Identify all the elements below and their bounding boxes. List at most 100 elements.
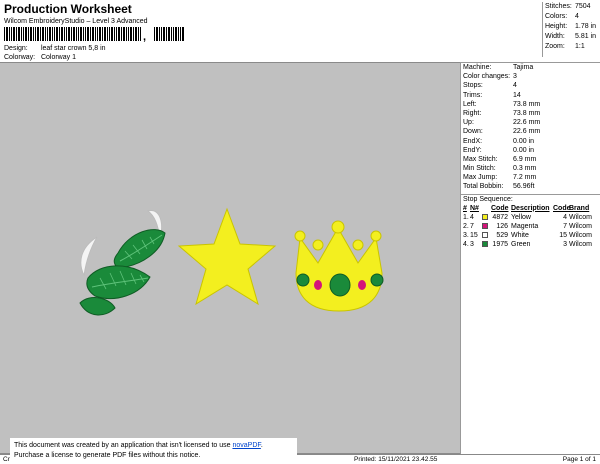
info-value: 56.96ft: [513, 183, 535, 191]
color-swatch: [482, 240, 491, 249]
info-row: Stops: 4: [461, 81, 600, 90]
col-brand: Brand: [569, 204, 590, 212]
leaf-bottom-left: [79, 297, 116, 316]
stop-description: Yellow: [511, 213, 531, 221]
machine-info-panel: Machine: Tajima Color changes: 3 Stops: 4 T…: [460, 62, 600, 454]
stop-num: 2.: [463, 222, 469, 230]
stop-row: 4. 3 1975 Green 3 Wilcom: [461, 240, 600, 249]
info-row: Right: 73.8 mm: [461, 109, 600, 118]
notice-text: This document was created by an applicat…: [14, 442, 233, 449]
col-code2: Code: [553, 204, 571, 212]
stat-value: 5.81 in: [575, 33, 597, 40]
stop-code2: 7: [563, 222, 567, 230]
barcode: [4, 27, 184, 41]
info-row: Color changes: 3: [461, 72, 600, 81]
stat-label: Height:: [545, 23, 568, 30]
gem-green-center: [329, 273, 351, 297]
thread-color-swatch: [482, 214, 488, 221]
info-row: Trims: 14: [461, 91, 600, 100]
stop-sequence-header: # N# Code Description Code Brand: [461, 204, 600, 213]
col-num: #: [463, 204, 467, 212]
info-row: Up: 22.6 mm: [461, 118, 600, 127]
info-value: 73.8 mm: [513, 100, 541, 108]
info-label: Up:: [463, 119, 474, 127]
color-swatch: [482, 213, 491, 222]
info-label: Machine:: [463, 64, 492, 71]
design-preview-canvas: [0, 62, 460, 454]
stop-brand: Wilcom: [569, 231, 592, 239]
info-row: EndX: 0.00 in: [461, 137, 600, 146]
design-value: leaf star crown 5,8 in: [40, 45, 106, 52]
notice-suffix: .: [260, 442, 263, 449]
info-label: Left:: [463, 100, 477, 108]
col-code: Code: [491, 204, 509, 212]
stat-row: Stitches: 7504: [545, 2, 600, 12]
stop-code: 1975: [492, 240, 508, 248]
info-row: Total Bobbin: 56.96ft: [461, 182, 600, 191]
stat-label: Width:: [545, 33, 565, 40]
footer-left: Cr: [3, 456, 10, 463]
info-value: 6.9 mm: [513, 155, 537, 163]
stop-description: Green: [511, 240, 531, 248]
worksheet-title: Production Worksheet: [4, 2, 132, 16]
colorway-row: Colorway: Colorway 1: [4, 54, 76, 61]
stat-row: Zoom: 1:1: [545, 42, 600, 52]
stop-sequence-rows: 1. 4 4872 Yellow 4 Wilcom 2. 7 126 Magenta 7 Wilcom…: [461, 213, 600, 249]
col-swatch: [482, 204, 491, 213]
stop-code: 4872: [492, 213, 508, 221]
thread-color-swatch: [482, 223, 488, 230]
gem-green-right: [370, 273, 384, 287]
info-value: 3: [513, 73, 517, 81]
stop-row: 3. 15 529 White 15 Wilcom: [461, 231, 600, 240]
stop-code: 126: [496, 222, 508, 230]
info-value: 4: [513, 82, 517, 90]
stop-num: 4.: [463, 240, 469, 248]
stat-value: 1.78 in: [575, 23, 597, 30]
stop-code2: 15: [559, 231, 567, 239]
colorway-value: Colorway 1: [40, 54, 76, 61]
info-label: Color changes:: [463, 73, 511, 81]
stat-row: Height: 1.78 in: [545, 22, 600, 32]
gem-green-left: [296, 273, 310, 287]
info-label: Min Stitch:: [463, 165, 496, 173]
thread-color-swatch: [482, 232, 488, 239]
notice-line-1: This document was created by an applicat…: [14, 441, 293, 451]
info-value: 0.00 in: [513, 146, 535, 154]
info-label: Total Bobbin:: [463, 183, 504, 191]
info-label: Max Jump:: [463, 174, 498, 182]
embroidery-design-preview: [79, 207, 384, 316]
info-row: Left: 73.8 mm: [461, 100, 600, 109]
stat-row: Width: 5.81 in: [545, 32, 600, 42]
stop-needle: 4: [470, 213, 474, 221]
leaf-upper: [113, 229, 166, 269]
stop-brand: Wilcom: [569, 213, 592, 221]
color-swatch: [482, 231, 491, 240]
stop-row: 1. 4 4872 Yellow 4 Wilcom: [461, 213, 600, 222]
col-description: Description: [511, 204, 550, 212]
novapdf-link[interactable]: novaPDF: [232, 442, 260, 449]
stat-value: 4: [575, 13, 579, 20]
info-row: Machine: Tajima: [461, 63, 600, 72]
white-stem-left: [80, 236, 98, 277]
info-label: Trims:: [463, 91, 483, 99]
barcode-suffix: ,: [143, 31, 147, 43]
info-row: Down: 22.6 mm: [461, 127, 600, 136]
info-row: Min Stitch: 0.3 mm: [461, 164, 600, 173]
info-row: EndY: 0.00 in: [461, 146, 600, 155]
stop-num: 3.: [463, 231, 469, 239]
info-value: Tajima: [513, 64, 534, 71]
stop-brand: Wilcom: [569, 222, 592, 230]
stop-code: 529: [496, 231, 508, 239]
design-row: Design: leaf star crown 5,8 in: [4, 45, 106, 52]
stop-description: White: [511, 231, 529, 239]
info-value: 14: [513, 91, 521, 99]
stat-label: Stitches:: [545, 3, 572, 10]
stop-needle: 15: [470, 231, 478, 239]
info-value: 7.2 mm: [513, 174, 537, 182]
summary-stats-panel: Stitches: 7504 Colors: 4 Height: 1.78 in Wi…: [542, 2, 600, 57]
stop-brand: Wilcom: [569, 240, 592, 248]
info-label: Down:: [463, 128, 483, 136]
info-value: 73.8 mm: [513, 109, 541, 117]
license-notice: This document was created by an applicat…: [10, 438, 297, 464]
gem-magenta-left: [314, 280, 322, 290]
